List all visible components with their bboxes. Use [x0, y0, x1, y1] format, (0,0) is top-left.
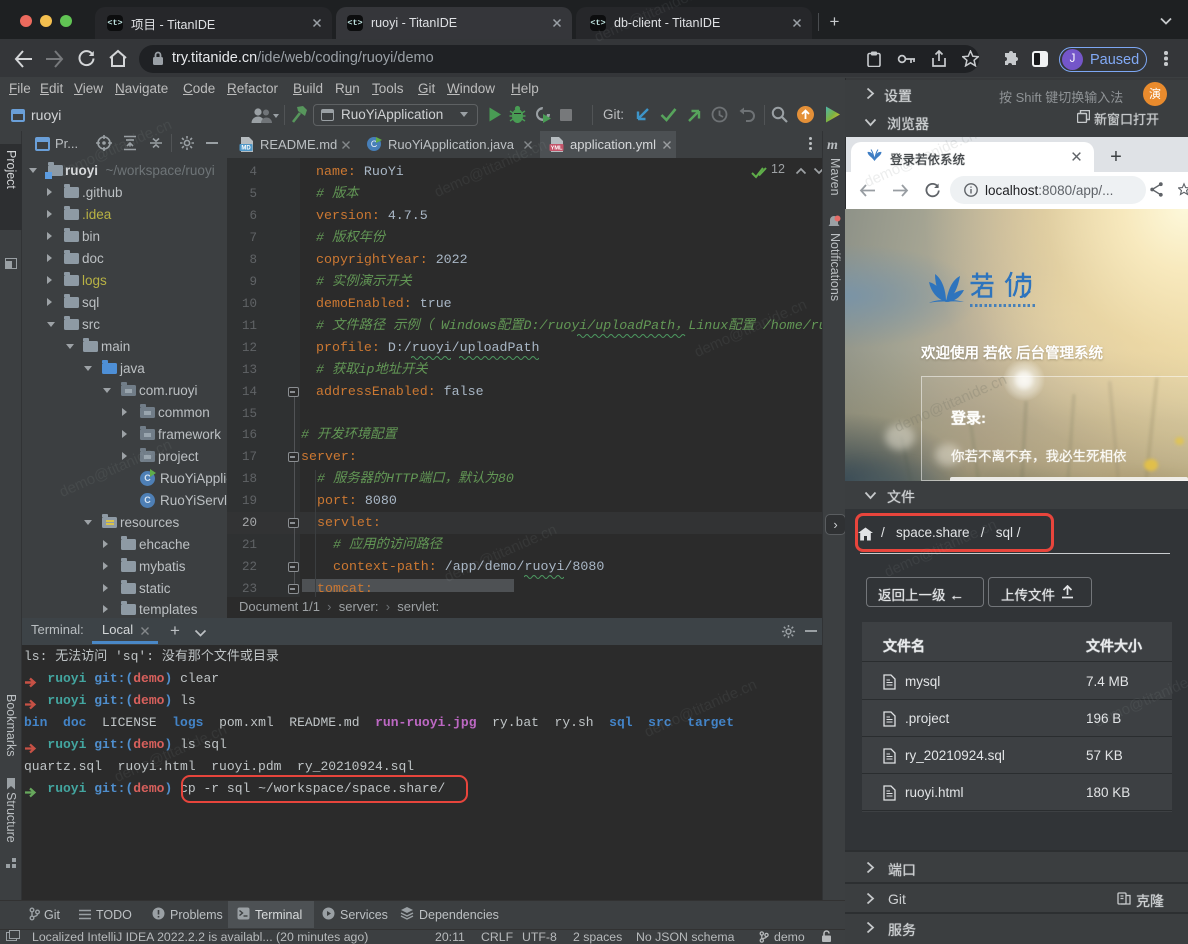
- svg-text:YML: YML: [551, 146, 563, 152]
- svg-text:MD: MD: [241, 146, 251, 152]
